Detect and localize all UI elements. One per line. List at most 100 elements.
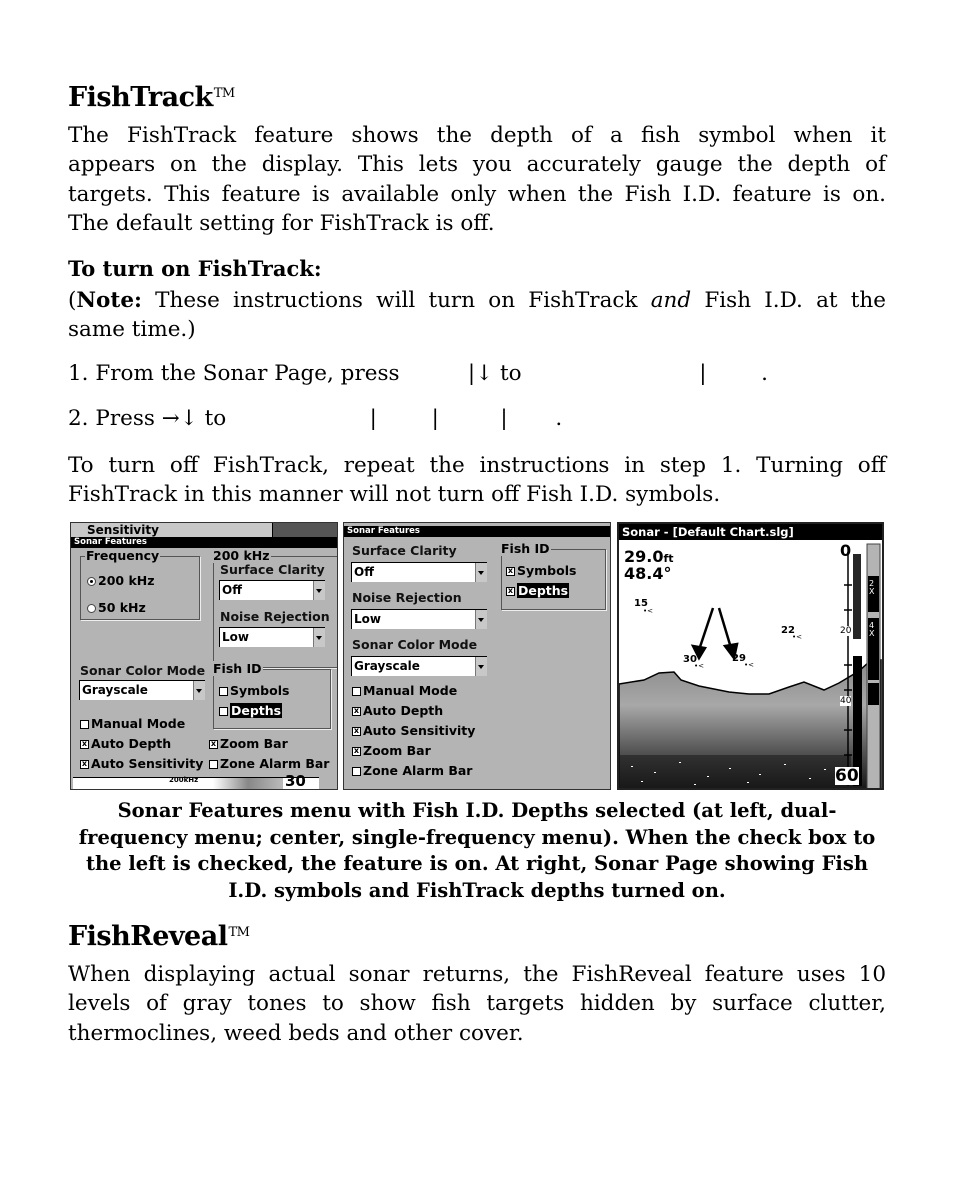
paragraph-line: targets. This feature is available only … (68, 181, 886, 207)
dropdown-value: Low (354, 612, 381, 626)
checkbox-unchecked-icon (352, 687, 361, 696)
fish-id-group: Fish ID (212, 661, 331, 729)
zone-alarm-bar-checkbox[interactable]: Zone Alarm Bar (209, 756, 329, 771)
background-frequency-label: 200kHz (169, 776, 199, 784)
background-sonar-strip: 200kHz 30 (73, 772, 319, 789)
group-title: Frequency (85, 548, 161, 563)
scale-label-top: 0 (840, 541, 852, 560)
fish-id-symbols-checkbox[interactable]: Symbols (506, 563, 576, 578)
checkbox-checked-icon (506, 587, 515, 596)
checkbox-checked-icon (352, 747, 361, 756)
checkbox-label: Auto Depth (363, 703, 444, 718)
checkbox-checked-icon (506, 567, 515, 576)
group-title: Fish ID (500, 541, 551, 556)
manual-mode-checkbox[interactable]: Manual Mode (352, 683, 457, 698)
screenshot-sonar-page: Sonar - [Default Chart.slg] 29.0ft 48.4°… (617, 522, 884, 790)
noise-rejection-label: Noise Rejection (352, 590, 462, 605)
surface-clarity-dropdown[interactable]: Off (219, 580, 325, 600)
chevron-down-icon[interactable] (313, 628, 325, 647)
fish-id-depths-checkbox[interactable]: Depths (219, 703, 283, 718)
fish-icon: •< (694, 662, 704, 670)
chevron-down-icon[interactable] (475, 610, 487, 629)
note-label: Note: (76, 288, 142, 313)
dropdown-value: Grayscale (354, 659, 420, 673)
note-text-end: Fish I.D. at the (691, 288, 887, 313)
fish-id-group: Fish ID (500, 541, 606, 610)
dropdown-value: Low (222, 630, 249, 644)
auto-depth-checkbox[interactable]: Auto Depth (352, 703, 443, 718)
zoom-bar-checkbox[interactable]: Zoom Bar (352, 743, 431, 758)
color-mode-label: Sonar Color Mode (80, 663, 206, 678)
checkbox-label-selected: Depths (517, 583, 570, 598)
heading-text: FishTrack (68, 82, 213, 113)
note-emphasis: and (650, 288, 692, 313)
checkbox-label: Zone Alarm Bar (363, 763, 473, 778)
checkbox-label: Symbols (230, 683, 290, 698)
trademark-mark: TM (213, 86, 235, 101)
scale-label: 40 (840, 696, 852, 706)
checkbox-label: Zone Alarm Bar (220, 756, 330, 771)
sonar-noise-band (619, 755, 851, 788)
annotation-arrows (690, 607, 739, 661)
surface-return-column (853, 554, 861, 639)
zoom-bar-checkbox[interactable]: Zoom Bar (209, 736, 288, 751)
color-mode-label: Sonar Color Mode (352, 637, 478, 652)
checkbox-checked-icon (352, 707, 361, 716)
note-paragraph: (Note: These instructions will turn on F… (68, 286, 886, 345)
trademark-mark: TM (228, 925, 250, 940)
auto-sensitivity-checkbox[interactable]: Auto Sensitivity (80, 756, 203, 771)
checkbox-label-selected: Depths (230, 703, 283, 718)
window-title: Sonar Features (71, 537, 337, 548)
turn-off-paragraph: To turn off FishTrack, repeat the instru… (68, 451, 886, 510)
radio-50khz[interactable]: 50 kHz (87, 600, 146, 615)
chevron-down-icon[interactable] (313, 581, 325, 600)
checkbox-label: Auto Sensitivity (91, 756, 204, 771)
checkbox-label: Auto Depth (91, 736, 172, 751)
heading-text: FishReveal (68, 921, 228, 952)
caption-line: Sonar Features menu with Fish I.D. Depth… (117, 799, 837, 822)
dropdown-value: Grayscale (82, 683, 148, 697)
chevron-down-icon[interactable] (475, 657, 487, 676)
temperature-readout: 48.4° (624, 564, 672, 583)
radio-label: 50 kHz (98, 600, 146, 615)
background-sensitivity-label: Sensitivity (87, 523, 159, 537)
step-2: 2. Press →↓ to | | | . (68, 406, 563, 431)
surface-clarity-dropdown[interactable]: Off (351, 562, 487, 582)
radio-label: 200 kHz (98, 573, 155, 588)
manual-mode-checkbox[interactable]: Manual Mode (80, 716, 185, 731)
noise-rejection-dropdown[interactable]: Low (351, 609, 487, 629)
section-heading-fishreveal: FishRevealTM (68, 921, 250, 952)
caption-line: I.D. symbols and FishTrack depths turned… (228, 878, 726, 902)
checkbox-unchecked-icon (352, 767, 361, 776)
window-title: Sonar - [Default Chart.slg] (619, 524, 882, 540)
paragraph-line: The FishTrack feature shows the depth of… (68, 123, 886, 148)
fish-id-depths-checkbox[interactable]: Depths (506, 583, 570, 598)
checkbox-checked-icon (80, 740, 89, 749)
fish-icon: •< (792, 633, 802, 641)
checkbox-unchecked-icon (209, 760, 218, 769)
chevron-down-icon[interactable] (475, 563, 487, 582)
group-title: Fish ID (212, 661, 263, 676)
caption-line: the left is checked, the feature is on. … (85, 852, 868, 875)
note-line: same time.) (68, 317, 196, 343)
zoom-bar-indicator (868, 683, 879, 705)
color-mode-dropdown[interactable]: Grayscale (351, 656, 487, 676)
zone-alarm-bar-checkbox[interactable]: Zone Alarm Bar (352, 763, 472, 778)
checkbox-checked-icon (80, 760, 89, 769)
noise-rejection-dropdown[interactable]: Low (219, 627, 325, 647)
paragraph-line: FishTrack in this manner will not turn o… (68, 482, 721, 508)
chevron-down-icon[interactable] (193, 681, 205, 700)
note-line: (Note: These instructions will turn on F… (68, 288, 887, 313)
fish-id-symbols-checkbox[interactable]: Symbols (219, 683, 289, 698)
radio-200khz[interactable]: 200 kHz (87, 573, 155, 588)
checkbox-label: Manual Mode (91, 716, 186, 731)
window-title: Sonar Features (344, 526, 610, 537)
checkbox-label: Auto Sensitivity (363, 723, 476, 738)
color-mode-dropdown[interactable]: Grayscale (79, 680, 205, 700)
surface-clarity-label: Surface Clarity (220, 562, 325, 577)
checkbox-checked-icon (352, 727, 361, 736)
auto-sensitivity-checkbox[interactable]: Auto Sensitivity (352, 723, 475, 738)
background-bar (272, 523, 337, 537)
fishtrack-description: The FishTrack feature shows the depth of… (68, 121, 886, 238)
auto-depth-checkbox[interactable]: Auto Depth (80, 736, 171, 751)
